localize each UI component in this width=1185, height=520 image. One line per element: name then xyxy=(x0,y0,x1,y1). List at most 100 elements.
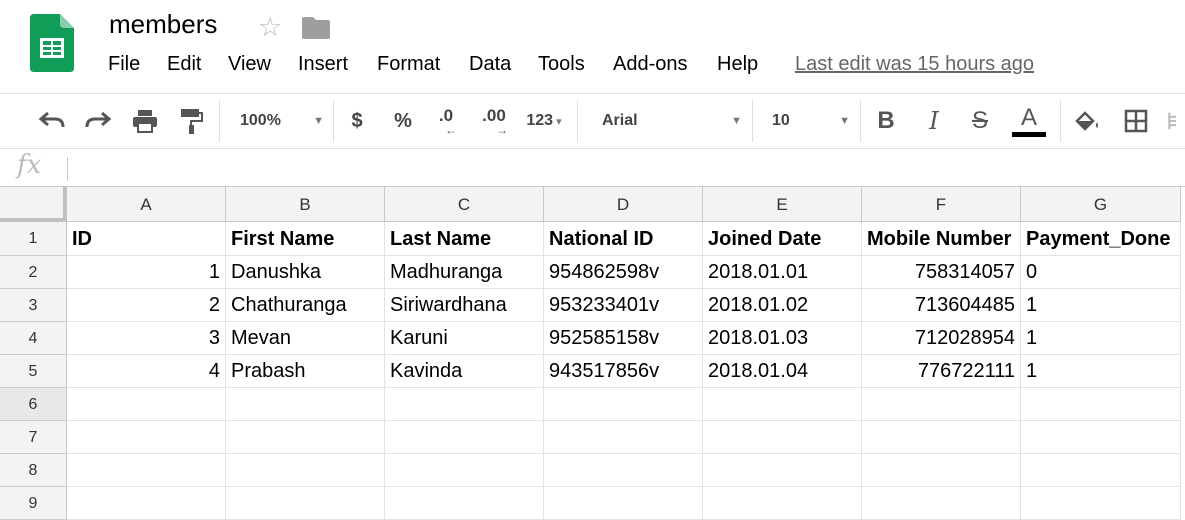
cell-a5[interactable]: 4 xyxy=(67,355,226,388)
cell-e6[interactable] xyxy=(703,388,862,421)
bold-button[interactable]: B xyxy=(871,94,901,148)
merge-cells-icon[interactable] xyxy=(1166,94,1185,148)
row-header-1[interactable]: 1 xyxy=(0,222,67,256)
menu-tools[interactable]: Tools xyxy=(538,53,585,76)
cell-a6[interactable] xyxy=(67,388,226,421)
percent-format-button[interactable]: % xyxy=(389,94,417,148)
cell-f6[interactable] xyxy=(862,388,1021,421)
cell-f3[interactable]: 713604485 xyxy=(862,289,1021,322)
cell-c4[interactable]: Karuni xyxy=(385,322,544,355)
menu-add-ons[interactable]: Add-ons xyxy=(613,53,688,76)
cell-d8[interactable] xyxy=(544,454,703,487)
cell-c3[interactable]: Siriwardhana xyxy=(385,289,544,322)
cell-e3[interactable]: 2018.01.02 xyxy=(703,289,862,322)
cell-c6[interactable] xyxy=(385,388,544,421)
cell-e5[interactable]: 2018.01.04 xyxy=(703,355,862,388)
cell-d3[interactable]: 953233401v xyxy=(544,289,703,322)
cell-d4[interactable]: 952585158v xyxy=(544,322,703,355)
last-edit-link[interactable]: Last edit was 15 hours ago xyxy=(795,53,1034,76)
cell-c9[interactable] xyxy=(385,487,544,520)
cell-g3[interactable]: 1 xyxy=(1021,289,1181,322)
cell-f2[interactable]: 758314057 xyxy=(862,256,1021,289)
cell-g5[interactable]: 1 xyxy=(1021,355,1181,388)
cell-g2[interactable]: 0 xyxy=(1021,256,1181,289)
cell-c7[interactable] xyxy=(385,421,544,454)
decrease-decimal-button[interactable]: .0 ← xyxy=(428,94,464,148)
document-title[interactable]: members xyxy=(109,9,217,40)
cell-d1[interactable]: National ID xyxy=(544,222,703,256)
formula-bar[interactable] xyxy=(0,149,1185,187)
menu-file[interactable]: File xyxy=(108,53,140,76)
menu-view[interactable]: View xyxy=(228,53,271,76)
cell-a4[interactable]: 3 xyxy=(67,322,226,355)
text-color-button[interactable]: A xyxy=(1010,94,1048,148)
cell-f8[interactable] xyxy=(862,454,1021,487)
cell-e1[interactable]: Joined Date xyxy=(703,222,862,256)
cell-e4[interactable]: 2018.01.03 xyxy=(703,322,862,355)
row-header-8[interactable]: 8 xyxy=(0,454,67,487)
cell-c1[interactable]: Last Name xyxy=(385,222,544,256)
cell-a7[interactable] xyxy=(67,421,226,454)
redo-icon[interactable] xyxy=(80,94,116,148)
cell-b1[interactable]: First Name xyxy=(226,222,385,256)
column-header-c[interactable]: C xyxy=(385,187,544,222)
cell-c8[interactable] xyxy=(385,454,544,487)
cell-g4[interactable]: 1 xyxy=(1021,322,1181,355)
column-header-b[interactable]: B xyxy=(226,187,385,222)
cell-g1[interactable]: Payment_Done xyxy=(1021,222,1181,256)
select-all-corner[interactable] xyxy=(0,187,67,222)
strikethrough-button[interactable]: S xyxy=(965,94,995,148)
cell-g9[interactable] xyxy=(1021,487,1181,520)
column-header-e[interactable]: E xyxy=(703,187,862,222)
zoom-select[interactable]: 100% ▼ xyxy=(232,94,324,148)
cell-e8[interactable] xyxy=(703,454,862,487)
cell-f4[interactable]: 712028954 xyxy=(862,322,1021,355)
cell-c2[interactable]: Madhuranga xyxy=(385,256,544,289)
cell-e2[interactable]: 2018.01.01 xyxy=(703,256,862,289)
cell-f1[interactable]: Mobile Number xyxy=(862,222,1021,256)
cell-f9[interactable] xyxy=(862,487,1021,520)
cell-b8[interactable] xyxy=(226,454,385,487)
paint-format-icon[interactable] xyxy=(173,94,209,148)
cell-d2[interactable]: 954862598v xyxy=(544,256,703,289)
fill-color-icon[interactable] xyxy=(1071,94,1103,148)
cell-g6[interactable] xyxy=(1021,388,1181,421)
row-header-7[interactable]: 7 xyxy=(0,421,67,454)
sheets-logo-icon[interactable] xyxy=(30,14,74,72)
cell-a1[interactable]: ID xyxy=(67,222,226,256)
more-formats-button[interactable]: 123 ▾ xyxy=(520,94,568,148)
row-header-4[interactable]: 4 xyxy=(0,322,67,355)
cell-c5[interactable]: Kavinda xyxy=(385,355,544,388)
cell-f5[interactable]: 776722111 xyxy=(862,355,1021,388)
cell-d6[interactable] xyxy=(544,388,703,421)
cell-b3[interactable]: Chathuranga xyxy=(226,289,385,322)
borders-icon[interactable] xyxy=(1120,94,1152,148)
cell-b6[interactable] xyxy=(226,388,385,421)
font-size-select[interactable]: 10 ▼ xyxy=(762,94,850,148)
folder-icon[interactable] xyxy=(302,15,330,39)
menu-help[interactable]: Help xyxy=(717,53,758,76)
cell-f7[interactable] xyxy=(862,421,1021,454)
cell-e9[interactable] xyxy=(703,487,862,520)
cell-a9[interactable] xyxy=(67,487,226,520)
menu-data[interactable]: Data xyxy=(469,53,511,76)
undo-icon[interactable] xyxy=(34,94,70,148)
increase-decimal-button[interactable]: .00 → xyxy=(474,94,514,148)
currency-format-button[interactable]: $ xyxy=(343,94,371,148)
cell-a8[interactable] xyxy=(67,454,226,487)
print-icon[interactable] xyxy=(127,94,163,148)
cell-b9[interactable] xyxy=(226,487,385,520)
cell-b4[interactable]: Mevan xyxy=(226,322,385,355)
menu-format[interactable]: Format xyxy=(377,53,440,76)
column-header-a[interactable]: A xyxy=(67,187,226,222)
row-header-3[interactable]: 3 xyxy=(0,289,67,322)
cell-b2[interactable]: Danushka xyxy=(226,256,385,289)
cell-d9[interactable] xyxy=(544,487,703,520)
cell-g8[interactable] xyxy=(1021,454,1181,487)
cell-d5[interactable]: 943517856v xyxy=(544,355,703,388)
cell-d7[interactable] xyxy=(544,421,703,454)
column-header-f[interactable]: F xyxy=(862,187,1021,222)
italic-button[interactable]: I xyxy=(919,94,949,148)
cell-a3[interactable]: 2 xyxy=(67,289,226,322)
row-header-9[interactable]: 9 xyxy=(0,487,67,520)
